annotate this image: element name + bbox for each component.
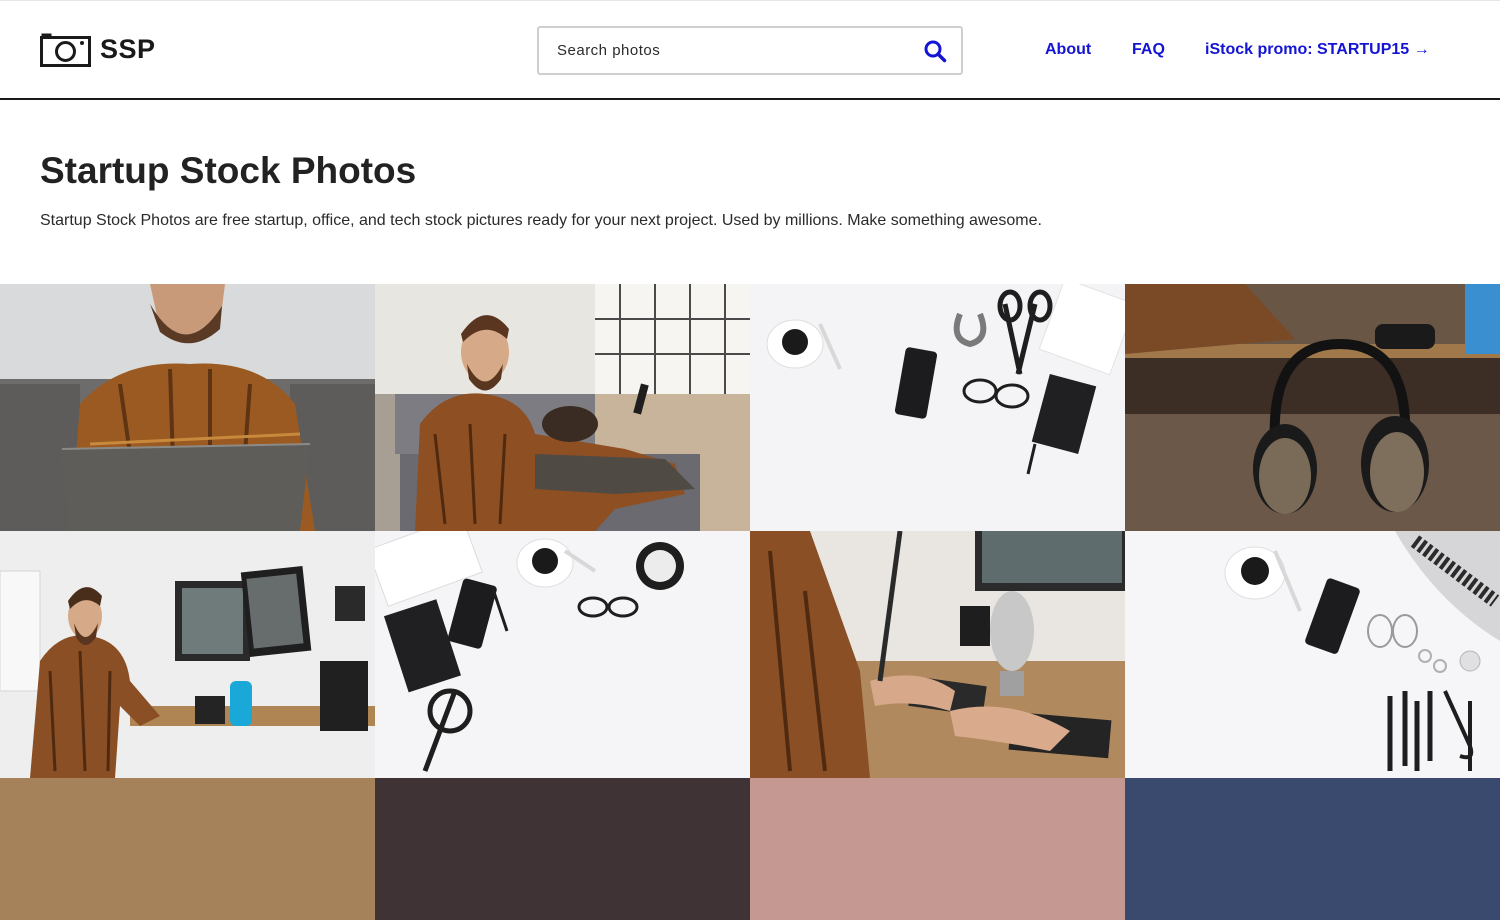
page-title: Startup Stock Photos [40, 150, 417, 191]
site-header: SSP About FAQ iStock promo: STARTUP15 → [0, 0, 1500, 100]
photo-tile[interactable] [375, 284, 750, 531]
photo-man-typing-laptop [0, 284, 375, 531]
photo-man-couch-phone [375, 284, 750, 531]
photo-tile[interactable] [750, 531, 1125, 778]
nav-about-link[interactable]: About [1045, 41, 1091, 59]
brand-name: SSP [100, 34, 156, 64]
photo-tile[interactable] [0, 531, 375, 778]
camera-icon [40, 33, 91, 67]
search-input[interactable] [557, 28, 917, 73]
photo-tile[interactable] [0, 284, 375, 531]
photo-tile-placeholder[interactable] [1125, 778, 1500, 920]
search-box [537, 26, 963, 75]
photo-tile[interactable] [1125, 531, 1500, 778]
photo-tile[interactable] [375, 531, 750, 778]
search-icon[interactable] [923, 39, 947, 63]
photo-grid [0, 284, 1500, 920]
page-description: Startup Stock Photos are free startup, o… [40, 212, 1042, 229]
photo-desk-flatlay [750, 284, 1125, 531]
brand-logo-link[interactable]: SSP [40, 32, 156, 67]
nav-faq-link[interactable]: FAQ [1132, 41, 1165, 59]
photo-headphones [1125, 284, 1500, 531]
photo-tile[interactable] [750, 284, 1125, 531]
photo-standing-desk [0, 531, 375, 778]
photo-tile-placeholder[interactable] [375, 778, 750, 920]
photo-tile[interactable] [1125, 284, 1500, 531]
photo-tile-placeholder[interactable] [0, 778, 375, 920]
photo-notebook-clock [375, 531, 750, 778]
nav-istock-promo-link[interactable]: iStock promo: STARTUP15 → [1205, 41, 1430, 59]
photo-keyboard-microphone [750, 531, 1125, 778]
photo-coffee-makeup [1125, 531, 1500, 778]
photo-tile-placeholder[interactable] [750, 778, 1125, 920]
